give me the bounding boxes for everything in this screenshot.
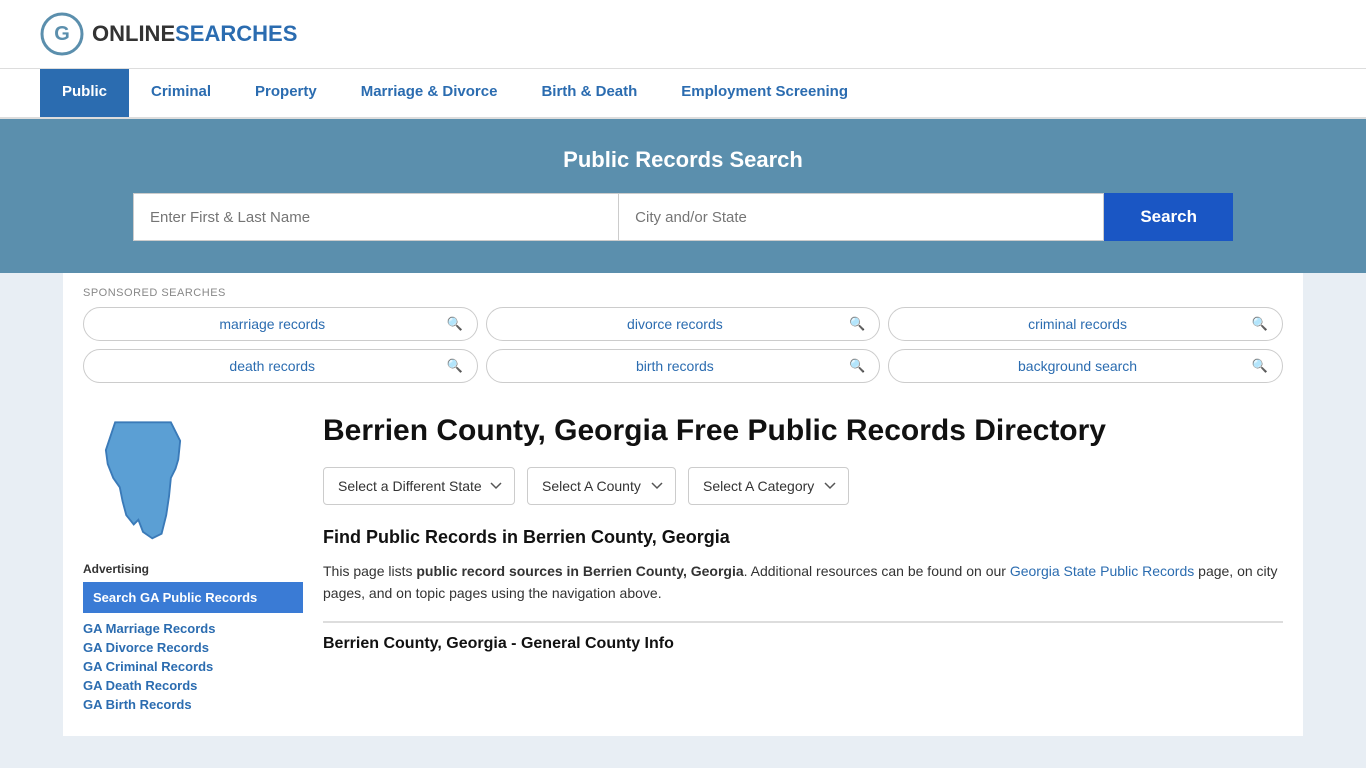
sponsored-item-criminal[interactable]: criminal records 🔍 [888,307,1283,341]
sponsored-text-criminal: criminal records [903,316,1251,332]
nav-item-marriage-divorce[interactable]: Marriage & Divorce [339,69,520,117]
main-content: Berrien County, Georgia Free Public Reco… [323,413,1283,716]
section-divider [323,621,1283,623]
site-header: G ONLINESEARCHES [0,0,1366,69]
find-text-before: This page lists [323,563,416,579]
main-nav: Public Criminal Property Marriage & Divo… [0,69,1366,119]
sponsored-item-divorce[interactable]: divorce records 🔍 [486,307,881,341]
search-icon-marriage: 🔍 [446,316,462,332]
logo-icon: G [40,12,84,56]
search-banner: Public Records Search Search [0,119,1366,273]
sidebar: Advertising Search GA Public Records GA … [83,413,303,716]
nav-item-criminal[interactable]: Criminal [129,69,233,117]
page-title: Berrien County, Georgia Free Public Reco… [323,413,1283,449]
sidebar-link-birth[interactable]: GA Birth Records [83,697,303,712]
category-dropdown[interactable]: Select A Category [688,467,849,505]
sponsored-text-birth: birth records [501,358,849,374]
main-container: SPONSORED SEARCHES marriage records 🔍 di… [63,273,1303,736]
search-icon-divorce: 🔍 [849,316,865,332]
sidebar-link-marriage[interactable]: GA Marriage Records [83,621,303,636]
search-form: Search [133,193,1233,241]
dropdowns-row: Select a Different State Select A County… [323,467,1283,505]
sponsored-item-background[interactable]: background search 🔍 [888,349,1283,383]
sponsored-section: SPONSORED SEARCHES marriage records 🔍 di… [83,273,1283,393]
sponsored-label: SPONSORED SEARCHES [83,287,1283,299]
sponsored-item-marriage[interactable]: marriage records 🔍 [83,307,478,341]
find-text-bold: public record sources in Berrien County,… [416,563,743,579]
find-records-text: This page lists public record sources in… [323,560,1283,605]
section-sub-title: Berrien County, Georgia - General County… [323,627,1283,657]
nav-item-employment[interactable]: Employment Screening [659,69,870,117]
sponsored-text-marriage: marriage records [98,316,446,332]
sidebar-links: GA Marriage Records GA Divorce Records G… [83,621,303,712]
find-records-title: Find Public Records in Berrien County, G… [323,527,1283,548]
sponsored-text-background: background search [903,358,1251,374]
search-icon-criminal: 🔍 [1252,316,1268,332]
sidebar-ad-item[interactable]: Search GA Public Records [83,582,303,613]
svg-text:G: G [54,23,70,45]
county-dropdown[interactable]: Select A County [527,467,676,505]
content-body: Advertising Search GA Public Records GA … [83,393,1283,736]
georgia-map-svg [83,413,203,543]
logo-text: ONLINESEARCHES [92,21,297,47]
sponsored-text-divorce: divorce records [501,316,849,332]
search-banner-title: Public Records Search [40,147,1326,173]
name-input[interactable] [133,193,618,241]
find-text-after: . Additional resources can be found on o… [744,563,1010,579]
location-input[interactable] [618,193,1104,241]
georgia-records-link[interactable]: Georgia State Public Records [1010,563,1194,579]
search-icon-birth: 🔍 [849,358,865,374]
sidebar-link-death[interactable]: GA Death Records [83,678,303,693]
nav-item-property[interactable]: Property [233,69,339,117]
sponsored-text-death: death records [98,358,446,374]
logo[interactable]: G ONLINESEARCHES [40,12,297,56]
sponsored-grid: marriage records 🔍 divorce records 🔍 cri… [83,307,1283,383]
sponsored-item-birth[interactable]: birth records 🔍 [486,349,881,383]
sponsored-item-death[interactable]: death records 🔍 [83,349,478,383]
search-icon-background: 🔍 [1252,358,1268,374]
sidebar-link-criminal[interactable]: GA Criminal Records [83,659,303,674]
state-map [83,413,303,546]
state-dropdown[interactable]: Select a Different State [323,467,515,505]
search-icon-death: 🔍 [446,358,462,374]
nav-item-public[interactable]: Public [40,69,129,117]
nav-item-birth-death[interactable]: Birth & Death [519,69,659,117]
sidebar-ad-label: Advertising [83,562,303,576]
search-button[interactable]: Search [1104,193,1233,241]
sidebar-link-divorce[interactable]: GA Divorce Records [83,640,303,655]
